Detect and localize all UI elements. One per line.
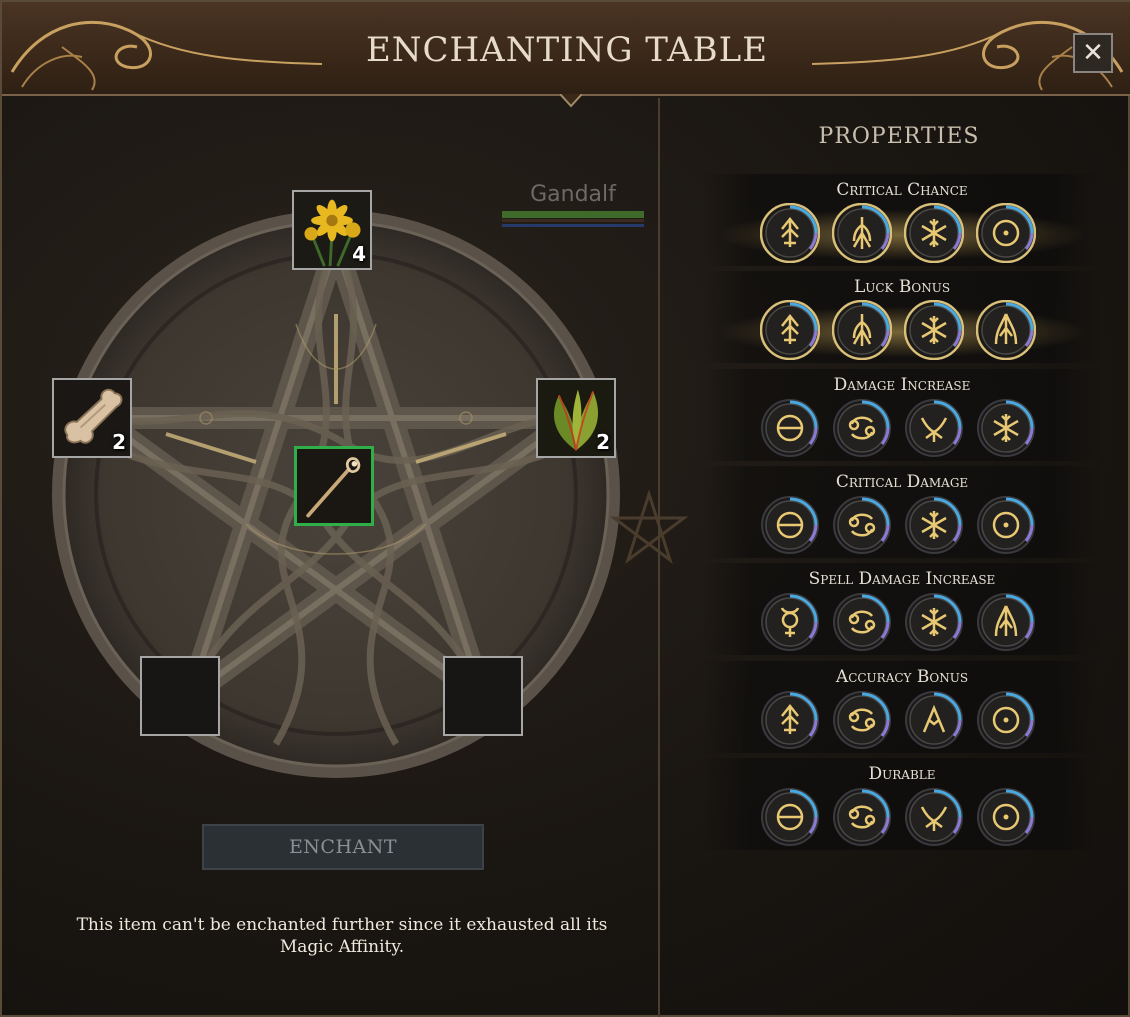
magic-staff-icon — [297, 449, 371, 523]
circle-dot-rune-icon[interactable] — [976, 495, 1036, 555]
window-header: ENCHANTING TABLE ✕ — [2, 2, 1130, 96]
arrow-rune-icon[interactable] — [760, 203, 820, 263]
circle-dot-rune-icon[interactable] — [976, 203, 1036, 263]
property-name: Accuracy Bonus — [835, 666, 969, 687]
character-mana-bar — [502, 224, 644, 227]
character-health-bar — [502, 211, 644, 218]
property-name: Critical Damage — [835, 471, 969, 492]
property-row[interactable]: Damage Increase — [702, 368, 1102, 462]
close-button[interactable]: ✕ — [1073, 33, 1113, 73]
cancer-rune-icon[interactable] — [832, 690, 892, 750]
slot-center-item[interactable] — [294, 446, 374, 526]
snowflake-rune-icon[interactable] — [976, 398, 1036, 458]
property-row[interactable]: Luck Bonus — [702, 271, 1102, 364]
rune-set — [760, 592, 1050, 656]
cancer-rune-icon[interactable] — [832, 787, 892, 847]
cancer-rune-icon[interactable] — [832, 398, 892, 458]
slot-bottom-right[interactable] — [443, 656, 523, 736]
slot-right[interactable]: 2 — [536, 378, 616, 458]
slot-top[interactable]: 4 — [292, 190, 372, 270]
window-title: ENCHANTING TABLE — [365, 30, 769, 70]
theta-rune-icon[interactable] — [760, 495, 820, 555]
snowflake-rune-icon[interactable] — [904, 592, 964, 652]
rune-set — [760, 398, 1050, 462]
rune-set — [760, 787, 1050, 851]
property-row[interactable]: Durable — [702, 757, 1102, 851]
enchanting-table-window: ENCHANTING TABLE ✕ Gandalf 4 2 2 ENCHANT… — [0, 0, 1130, 1017]
circle-dot-rune-icon[interactable] — [976, 690, 1036, 750]
item-count: 4 — [352, 242, 366, 266]
arrow-rune-icon[interactable] — [760, 300, 820, 361]
tree-rune-icon[interactable] — [832, 300, 892, 361]
property-name: Durable — [868, 763, 936, 784]
slot-left[interactable]: 2 — [52, 378, 132, 458]
character-bar-separator — [502, 219, 644, 222]
arrow-rune-icon[interactable] — [760, 690, 820, 750]
property-row[interactable]: Critical Damage — [702, 465, 1102, 559]
property-row[interactable]: Critical Chance — [702, 174, 1102, 266]
snowflake-rune-icon[interactable] — [904, 203, 964, 263]
property-name: Damage Increase — [833, 374, 971, 395]
slot-bottom-left[interactable] — [140, 656, 220, 736]
properties-panel: PROPERTIES Critical Chance Luck Bonus Da… — [660, 98, 1130, 1015]
fork-rune-icon[interactable] — [904, 787, 964, 847]
property-name: Spell Damage Increase — [808, 569, 996, 590]
enchant-button[interactable]: ENCHANT — [202, 824, 484, 870]
theta-rune-icon[interactable] — [760, 398, 820, 458]
status-message: This item can't be enchanted further sin… — [76, 915, 608, 957]
character-name: Gandalf — [530, 182, 616, 207]
properties-title: PROPERTIES — [818, 124, 980, 149]
rune-set — [760, 300, 1050, 364]
circle-dot-rune-icon[interactable] — [976, 787, 1036, 847]
cancer-rune-icon[interactable] — [832, 592, 892, 652]
enchant-panel: Gandalf 4 2 2 ENCHANT This item can't be… — [6, 98, 688, 1015]
item-count: 2 — [112, 430, 126, 454]
item-count: 2 — [596, 430, 610, 454]
property-name: Luck Bonus — [853, 277, 951, 298]
cancer-rune-icon[interactable] — [832, 495, 892, 555]
snowflake-rune-icon[interactable] — [904, 300, 964, 361]
property-row[interactable]: Accuracy Bonus — [702, 660, 1102, 754]
mercury-rune-icon[interactable] — [760, 592, 820, 652]
fork-rune-icon[interactable] — [904, 398, 964, 458]
rune-set — [760, 203, 1050, 267]
rune-set — [760, 690, 1050, 754]
rune-set — [760, 495, 1050, 559]
property-row[interactable]: Spell Damage Increase — [702, 563, 1102, 656]
tree-rune-icon[interactable] — [832, 203, 892, 263]
flame-rune-icon[interactable] — [976, 592, 1036, 652]
property-name: Critical Chance — [836, 180, 968, 200]
flame-rune-icon[interactable] — [976, 300, 1036, 361]
theta-rune-icon[interactable] — [760, 787, 820, 847]
lambda-rune-icon[interactable] — [904, 690, 964, 750]
snowflake-rune-icon[interactable] — [904, 495, 964, 555]
